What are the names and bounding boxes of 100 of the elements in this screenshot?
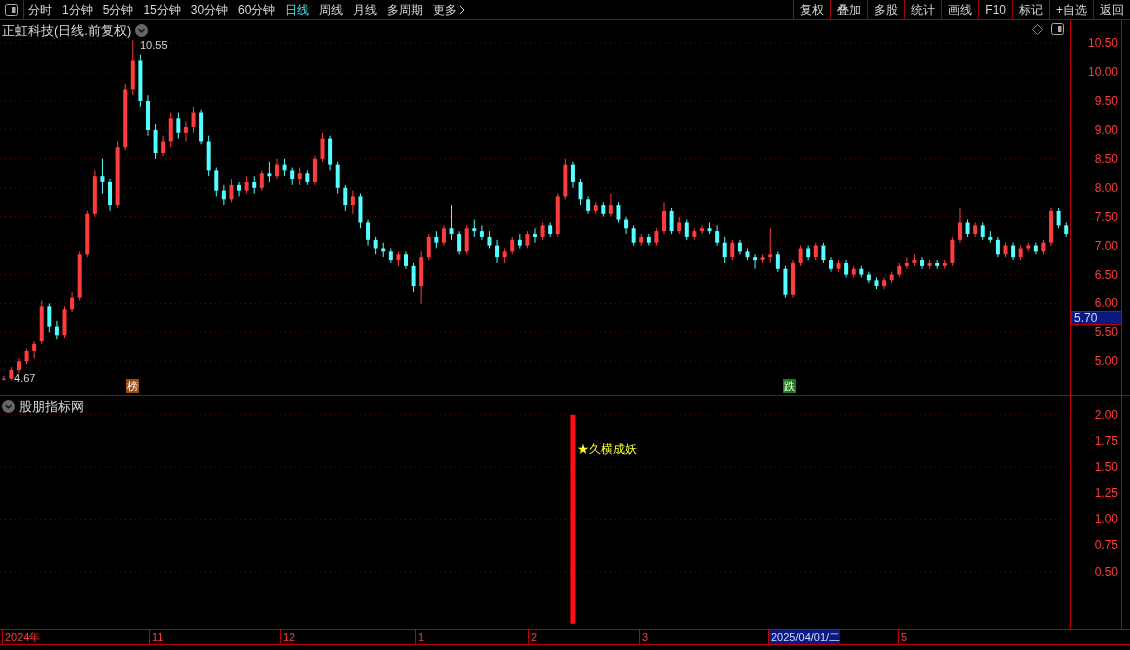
panel-toggle-icon[interactable] (1051, 23, 1064, 35)
candlestick (62, 305, 67, 339)
dropdown-icon[interactable] (135, 24, 149, 38)
candlestick (115, 141, 120, 209)
diamond-icon[interactable] (1032, 23, 1043, 35)
candlestick (487, 230, 492, 249)
price-axis-label: 9.50 (1094, 94, 1118, 108)
candlestick (39, 300, 44, 345)
candlestick (70, 291, 75, 313)
candlestick (479, 224, 484, 241)
candlestick (859, 265, 864, 278)
candlestick (533, 227, 537, 244)
candlestick (836, 259, 841, 273)
candlestick (252, 175, 257, 195)
candlestick (464, 224, 469, 255)
candlestick (237, 181, 242, 197)
period-tab[interactable]: 日线 (285, 0, 310, 19)
price-axis-label: 8.00 (1094, 180, 1118, 195)
toolbar-button[interactable]: 返回 (1093, 0, 1130, 19)
candlestick (965, 219, 970, 238)
candlestick (616, 201, 621, 223)
candlestick (343, 184, 348, 212)
period-tab[interactable]: 1分钟 (62, 0, 93, 19)
more-button[interactable]: 更多 (433, 0, 466, 19)
toolbar-button[interactable]: 复权 (793, 0, 831, 19)
event-marker[interactable]: 跌 (783, 379, 796, 393)
candlestick (586, 195, 591, 215)
candlestick (199, 109, 204, 145)
candlestick (267, 161, 272, 183)
candlestick (1064, 221, 1069, 238)
candlestick (502, 248, 507, 264)
candlestick (457, 230, 462, 255)
candlestick (798, 245, 803, 267)
toolbar-button[interactable]: F10 (978, 0, 1012, 19)
candlestick (100, 158, 105, 195)
candlestick (282, 158, 287, 177)
candlestick (510, 236, 515, 255)
candlestick (760, 253, 765, 264)
candlestick (897, 262, 902, 278)
toolbar-button[interactable]: +自选 (1049, 0, 1093, 19)
candlestick (388, 248, 393, 264)
event-marker[interactable]: 榜 (126, 379, 139, 393)
toolbar-button[interactable]: 标记 (1012, 0, 1049, 19)
candlestick (1, 375, 6, 381)
panel-toggle-icon[interactable] (5, 3, 18, 16)
candlestick (1049, 207, 1054, 247)
period-tab[interactable]: 60分钟 (238, 0, 276, 19)
candlestick (540, 221, 545, 241)
candlestick (290, 167, 295, 186)
period-tab[interactable]: 多周期 (387, 0, 424, 19)
time-axis-label: 2024年 (2, 630, 41, 644)
price-axis-label: 10.00 (1087, 65, 1118, 80)
candlestick (715, 224, 720, 247)
price-axis-label: 5.50 (1094, 325, 1118, 340)
period-tab[interactable]: 15分钟 (143, 0, 181, 19)
candlestick (259, 169, 264, 192)
candlestick (54, 320, 59, 340)
candlestick (730, 239, 735, 261)
toolbar-button[interactable]: 画线 (941, 0, 979, 19)
toolbar-button[interactable]: 统计 (904, 0, 942, 19)
indicator-axis-label: 1.25 (1094, 486, 1118, 501)
candlestick (783, 265, 788, 299)
candlestick (153, 123, 158, 160)
period-tab[interactable]: 周线 (319, 0, 344, 19)
candlestick (882, 276, 887, 290)
candlestick (988, 230, 993, 244)
period-tab[interactable]: 5分钟 (102, 0, 134, 19)
candlestick (176, 112, 181, 140)
candlestick (950, 236, 955, 267)
chart-title: 正虹科技(日线.前复权) (2, 22, 132, 40)
candlestick (305, 169, 310, 186)
toolbar-button[interactable]: 多股 (867, 0, 905, 19)
candlestick (828, 256, 833, 273)
candlestick (768, 227, 773, 264)
candlestick (555, 193, 560, 238)
price-axis-label: 8.50 (1094, 151, 1118, 166)
period-tab[interactable]: 30分钟 (190, 0, 229, 19)
candlestick (191, 106, 196, 134)
candlestick (1033, 242, 1038, 255)
candlestick (707, 221, 712, 235)
time-axis-label: 12 (280, 630, 296, 644)
candlestick (183, 120, 188, 142)
candlestick (866, 271, 871, 284)
candlestick (16, 357, 21, 374)
candlestick (662, 201, 666, 235)
candlestick (47, 302, 52, 333)
indicator-axis-label: 2.00 (1094, 407, 1118, 422)
candlestick (806, 245, 811, 261)
candlestick (973, 221, 978, 238)
candlestick (995, 236, 1000, 258)
dropdown-icon[interactable] (2, 400, 15, 414)
period-tab[interactable]: 月线 (353, 0, 378, 19)
toolbar-button[interactable]: 叠加 (830, 0, 868, 19)
indicator-axis-label: 0.75 (1094, 538, 1118, 553)
candlestick (350, 190, 355, 215)
candlestick (320, 132, 325, 163)
price-axis-label: 6.00 (1094, 296, 1118, 311)
chevron-icon (459, 4, 466, 15)
candlestick (32, 340, 37, 359)
period-tab[interactable]: 分时 (28, 0, 52, 19)
